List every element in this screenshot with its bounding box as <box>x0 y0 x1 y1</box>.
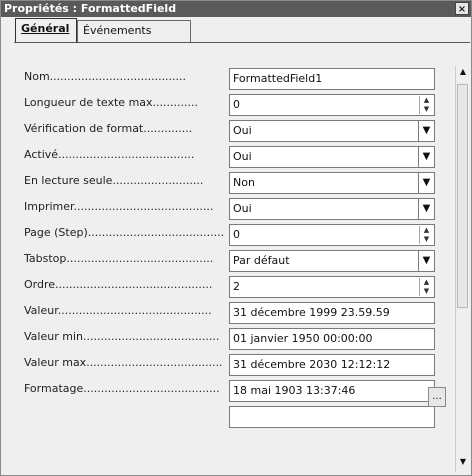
close-button[interactable]: × <box>455 2 469 15</box>
chevron-down-icon[interactable]: ▼ <box>418 199 434 219</box>
property-value-field[interactable]: 2 ▲ ▼ <box>229 276 435 298</box>
property-value: FormattedField1 <box>233 72 323 85</box>
property-value-field[interactable] <box>229 406 435 428</box>
property-row: Tabstop.................................… <box>24 250 436 272</box>
property-value-field[interactable]: 0 ▲ ▼ <box>229 224 435 246</box>
vertical-scrollbar[interactable]: ▲ ▼ <box>455 66 470 472</box>
window-title: Propriétés : FormattedField <box>4 2 177 15</box>
property-row: Valeur min..............................… <box>24 328 436 350</box>
property-value-field[interactable]: FormattedField1 <box>229 68 435 90</box>
property-label: Formatage...............................… <box>24 382 220 395</box>
spin-icon[interactable]: ▲ ▼ <box>419 96 433 114</box>
property-row: Valeur max..............................… <box>24 354 436 376</box>
chevron-down-icon[interactable]: ▼ <box>418 173 434 193</box>
scroll-thumb[interactable] <box>457 84 468 308</box>
property-row <box>24 406 436 428</box>
property-value-field[interactable]: 01 janvier 1950 00:00:00 <box>229 328 435 350</box>
properties-window: Propriétés : FormattedField × Général Év… <box>0 0 472 476</box>
property-label: Nom.....................................… <box>24 70 187 83</box>
property-value: Oui <box>233 150 252 163</box>
property-value-field[interactable]: 18 mai 1903 13:37:46 <box>229 380 435 402</box>
property-label: Page (Step).............................… <box>24 226 225 239</box>
property-label: Activé..................................… <box>24 148 195 161</box>
property-label: Valeur..................................… <box>24 304 212 317</box>
property-value-field[interactable]: Par défaut ▼ <box>229 250 435 272</box>
property-row: Valeur..................................… <box>24 302 436 324</box>
property-row: Nom.....................................… <box>24 68 436 90</box>
property-label: Tabstop.................................… <box>24 252 214 265</box>
property-value-field[interactable]: 31 décembre 1999 23.59.59 <box>229 302 435 324</box>
spin-icon[interactable]: ▲ ▼ <box>419 226 433 244</box>
property-row: Formatage...............................… <box>24 380 436 402</box>
property-value: Oui <box>233 124 252 137</box>
property-value: 31 décembre 1999 23.59.59 <box>233 306 390 319</box>
property-value-field[interactable]: Oui ▼ <box>229 198 435 220</box>
property-label: En lecture seule........................… <box>24 174 204 187</box>
property-label: Vérification de format.............. <box>24 122 193 135</box>
scroll-up-icon[interactable]: ▲ <box>457 67 469 81</box>
property-row: Page (Step).............................… <box>24 224 436 246</box>
property-row: Ordre...................................… <box>24 276 436 298</box>
property-label: Longueur de texte max............. <box>24 96 198 109</box>
property-value: Par défaut <box>233 254 290 267</box>
property-value: 2 <box>233 280 240 293</box>
property-value-field[interactable]: 31 décembre 2030 12:12:12 <box>229 354 435 376</box>
property-value-field[interactable]: Oui ▼ <box>229 120 435 142</box>
property-value: 18 mai 1903 13:37:46 <box>233 384 356 397</box>
property-row: Vérification de format.............. Oui ▼ <box>24 120 436 142</box>
property-row: Activé..................................… <box>24 146 436 168</box>
property-value: 0 <box>233 228 240 241</box>
spin-icon[interactable]: ▲ ▼ <box>419 278 433 296</box>
property-label: Valeur min..............................… <box>24 330 220 343</box>
tab-events[interactable]: Événements <box>77 20 191 42</box>
property-value: 0 <box>233 98 240 111</box>
property-value: Oui <box>233 202 252 215</box>
property-value: Non <box>233 176 255 189</box>
chevron-down-icon[interactable]: ▼ <box>418 147 434 167</box>
window-titlebar[interactable]: Propriétés : FormattedField × <box>1 1 471 17</box>
scroll-down-icon[interactable]: ▼ <box>457 457 469 471</box>
tab-general-label: Général <box>21 22 70 35</box>
property-row: Imprimer................................… <box>24 198 436 220</box>
tab-events-label: Événements <box>83 24 152 37</box>
chevron-down-icon[interactable]: ▼ <box>418 251 434 271</box>
property-value: 31 décembre 2030 12:12:12 <box>233 358 391 371</box>
property-label: Ordre...................................… <box>24 278 213 291</box>
tab-general[interactable]: Général <box>15 18 77 42</box>
property-label: Valeur max..............................… <box>24 356 223 369</box>
format-button[interactable]: ... <box>428 387 446 407</box>
properties-panel: Nom.....................................… <box>14 42 470 475</box>
property-row: Longueur de texte max............. 0 ▲ ▼ <box>24 94 436 116</box>
property-value-field[interactable]: 0 ▲ ▼ <box>229 94 435 116</box>
property-row: En lecture seule........................… <box>24 172 436 194</box>
property-value-field[interactable]: Non ▼ <box>229 172 435 194</box>
property-value: 01 janvier 1950 00:00:00 <box>233 332 373 345</box>
property-value-field[interactable]: Oui ▼ <box>229 146 435 168</box>
chevron-down-icon[interactable]: ▼ <box>418 121 434 141</box>
property-label: Imprimer................................… <box>24 200 214 213</box>
